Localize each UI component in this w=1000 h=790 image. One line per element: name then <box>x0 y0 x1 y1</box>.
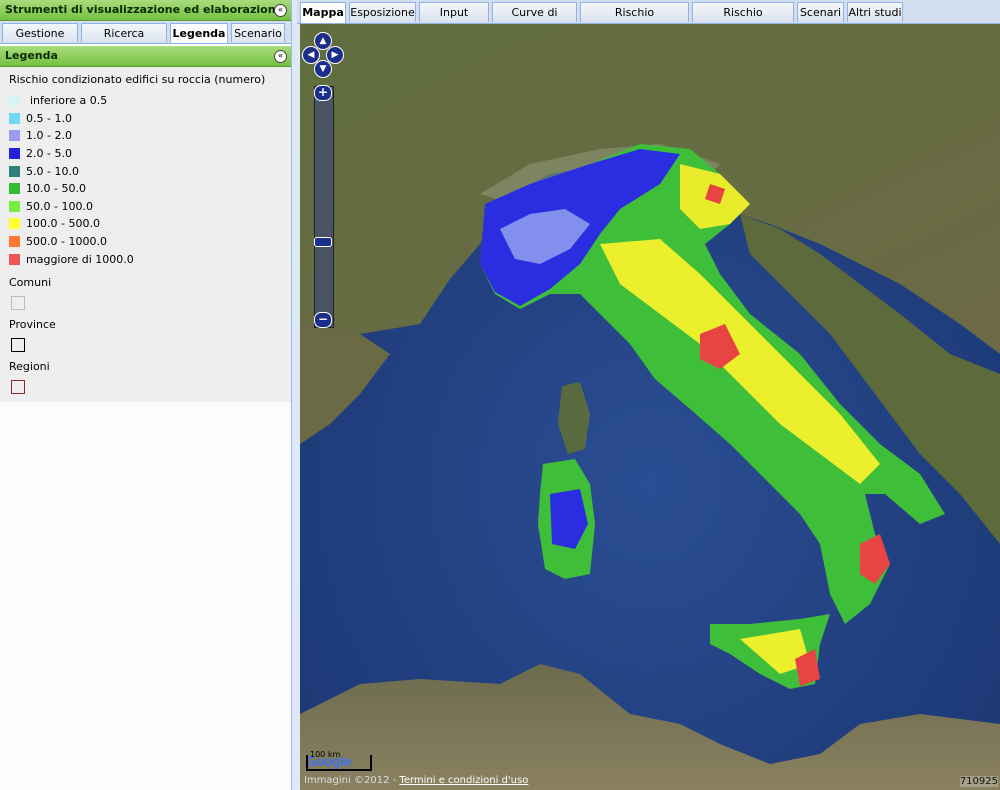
satellite-map[interactable]: ▲ ◀ ▶ ▼ + − Google 100 km Immagini ©2012… <box>300 24 1000 790</box>
legend-layer-symbol <box>11 295 25 310</box>
zoom-in-button[interactable]: + <box>314 85 332 101</box>
legend-class-label: inferiore a 0.5 <box>30 94 108 108</box>
legend-swatch <box>9 112 20 124</box>
legend-header: Legenda « <box>0 46 291 67</box>
legend-class-label: 1.0 - 2.0 <box>26 129 72 143</box>
legend-class-row: maggiore di 1000.0 <box>9 250 291 268</box>
tab-altri-studi[interactable]: Altri studi <box>847 2 903 22</box>
legend-class-label: 0.5 - 1.0 <box>26 111 72 125</box>
tab-scenari[interactable]: Scenari <box>797 2 844 22</box>
legend-class-row: inferiore a 0.5 <box>9 92 291 110</box>
map-panel: Mappa Esposizione Input sismico Curve di… <box>297 0 1000 790</box>
tab-input-sismico[interactable]: Input sismico <box>419 2 489 39</box>
tab-curve-fragilita[interactable]: Curve di fragilità <box>492 2 577 39</box>
map-imagery <box>300 24 1000 790</box>
tools-tab-strip: Gestione layer Ricerca Comune Legenda Sc… <box>0 21 291 59</box>
tools-panel-title: Strumenti di visualizzazione ed elaboraz… <box>5 3 284 16</box>
legend-class-list: inferiore a 0.5 0.5 - 1.0 1.0 - 2.0 2.0 - 5… <box>9 92 291 268</box>
tools-panel-header: Strumenti di visualizzazione ed elaboraz… <box>0 0 291 21</box>
attribution-text: Immagini ©2012 - <box>304 775 397 786</box>
tab-ricerca-comune[interactable]: Ricerca Comune <box>81 23 167 59</box>
scale-label: 100 km <box>310 750 341 759</box>
legend-swatch <box>9 200 20 212</box>
tab-gestione-layer[interactable]: Gestione layer <box>2 23 78 59</box>
legend-class-label: maggiore di 1000.0 <box>26 252 134 266</box>
legend-layer-list: Comuni Province Regioni <box>9 276 291 394</box>
tab-legenda[interactable]: Legenda <box>170 23 228 43</box>
collapse-panel-icon[interactable]: « <box>274 4 287 17</box>
zoom-out-button[interactable]: − <box>314 312 332 328</box>
map-attribution: Immagini ©2012 - Termini e condizioni d'… <box>304 775 528 786</box>
legend-class-label: 50.0 - 100.0 <box>26 199 93 213</box>
legend-layer-symbol <box>11 379 25 394</box>
legend-class-row: 2.0 - 5.0 <box>9 145 291 163</box>
collapse-legend-icon[interactable]: « <box>274 50 287 63</box>
zoom-slider-handle[interactable] <box>314 237 332 248</box>
tab-scenario[interactable]: Scenario <box>231 23 285 42</box>
coordinate-readout: 710925 <box>959 776 998 787</box>
legend-class-row: 50.0 - 100.0 <box>9 198 291 216</box>
legend-class-row: 1.0 - 2.0 <box>9 127 291 145</box>
legend-swatch <box>9 253 20 265</box>
legend-body: Rischio condizionato edifici su roccia (… <box>0 67 291 422</box>
legend-class-row: 10.0 - 50.0 <box>9 180 291 198</box>
legend-class-label: 2.0 - 5.0 <box>26 147 72 161</box>
zoom-slider-track[interactable] <box>314 86 334 328</box>
legend-layer-symbol <box>11 337 25 352</box>
legend-swatch <box>9 165 20 177</box>
legend-header-title: Legenda <box>5 49 58 62</box>
legend-class-row: 5.0 - 10.0 <box>9 162 291 180</box>
legend-class-label: 100.0 - 500.0 <box>26 217 100 231</box>
left-panel-empty-area <box>0 402 291 790</box>
legend-class-label: 5.0 - 10.0 <box>26 164 79 178</box>
legend-layer-label: Regioni <box>9 359 50 373</box>
tab-rischio-condizionato[interactable]: Rischio condizionato <box>692 2 794 39</box>
legend-class-label: 500.0 - 1000.0 <box>26 235 107 249</box>
legend-layer-label: Province <box>9 317 56 331</box>
tab-mappa[interactable]: Mappa <box>300 2 346 23</box>
legend-class-row: 0.5 - 1.0 <box>9 110 291 128</box>
pan-down-icon[interactable]: ▼ <box>314 60 332 78</box>
legend-class-row: 500.0 - 1000.0 <box>9 233 291 251</box>
legend-swatch <box>9 130 20 142</box>
legend-swatch <box>9 95 20 107</box>
map-tab-strip: Mappa Esposizione Input sismico Curve di… <box>297 0 1000 39</box>
legend-class-label: 10.0 - 50.0 <box>26 182 86 196</box>
legend-swatch <box>9 183 20 195</box>
tab-rischio-incondizionato[interactable]: Rischio incondizionato <box>580 2 689 39</box>
legend-swatch <box>9 236 20 248</box>
tab-esposizione[interactable]: Esposizione <box>349 2 416 22</box>
terms-link[interactable]: Termini e condizioni d'uso <box>399 775 528 786</box>
legend-class-row: 100.0 - 500.0 <box>9 215 291 233</box>
legend-layer-label: Comuni <box>9 275 52 289</box>
legend-swatch <box>9 148 20 160</box>
legend-swatch <box>9 218 20 230</box>
legend-title: Rischio condizionato edifici su roccia (… <box>9 73 266 86</box>
